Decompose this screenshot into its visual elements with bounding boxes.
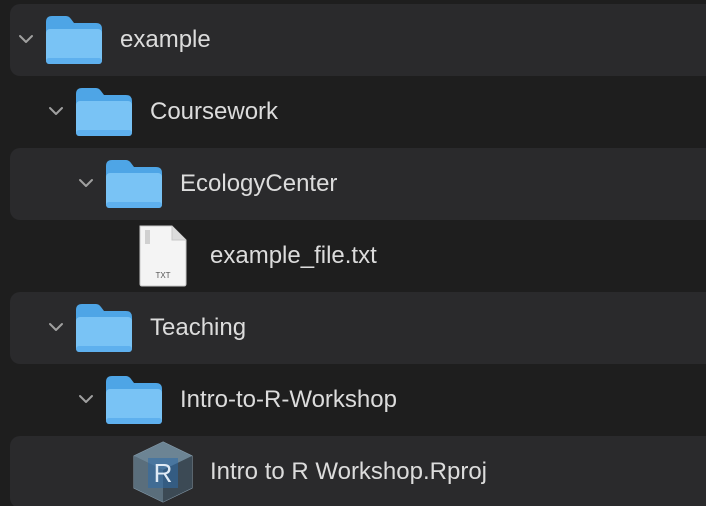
rproj-icon-text: R (154, 458, 173, 488)
folder-icon (74, 292, 134, 364)
folder-icon (104, 364, 164, 436)
txt-file-icon: TXT (136, 220, 190, 292)
tree-item-label: EcologyCenter (180, 170, 338, 197)
tree-item-label: Coursework (150, 98, 279, 125)
tree-item-label: example_file.txt (210, 242, 377, 269)
chevron-down-icon[interactable] (46, 317, 66, 337)
folder-icon (44, 4, 104, 76)
tree-row-example-file[interactable]: TXT example_file.txt (10, 220, 706, 292)
rproj-file-icon: R (130, 436, 196, 506)
tree-row-example[interactable]: example (10, 4, 706, 76)
tree-row-teaching[interactable]: Teaching (10, 292, 706, 364)
tree-item-label: Intro-to-R-Workshop (180, 386, 397, 413)
tree-item-label: example (120, 26, 211, 53)
chevron-down-icon[interactable] (16, 29, 36, 49)
folder-icon (74, 76, 134, 148)
tree-item-label: Intro to R Workshop.Rproj (210, 458, 487, 485)
file-tree: example Coursework EcologyCenter TXT exa… (0, 0, 706, 506)
folder-icon (104, 148, 164, 220)
tree-row-rproj[interactable]: R Intro to R Workshop.Rproj (10, 436, 706, 506)
tree-row-ecologycenter[interactable]: EcologyCenter (10, 148, 706, 220)
txt-icon-text: TXT (155, 271, 170, 280)
tree-item-label: Teaching (150, 314, 247, 341)
tree-row-coursework[interactable]: Coursework (10, 76, 706, 148)
chevron-down-icon[interactable] (76, 389, 96, 409)
tree-row-intro-to-r-workshop[interactable]: Intro-to-R-Workshop (10, 364, 706, 436)
chevron-down-icon[interactable] (46, 101, 66, 121)
chevron-down-icon[interactable] (76, 173, 96, 193)
